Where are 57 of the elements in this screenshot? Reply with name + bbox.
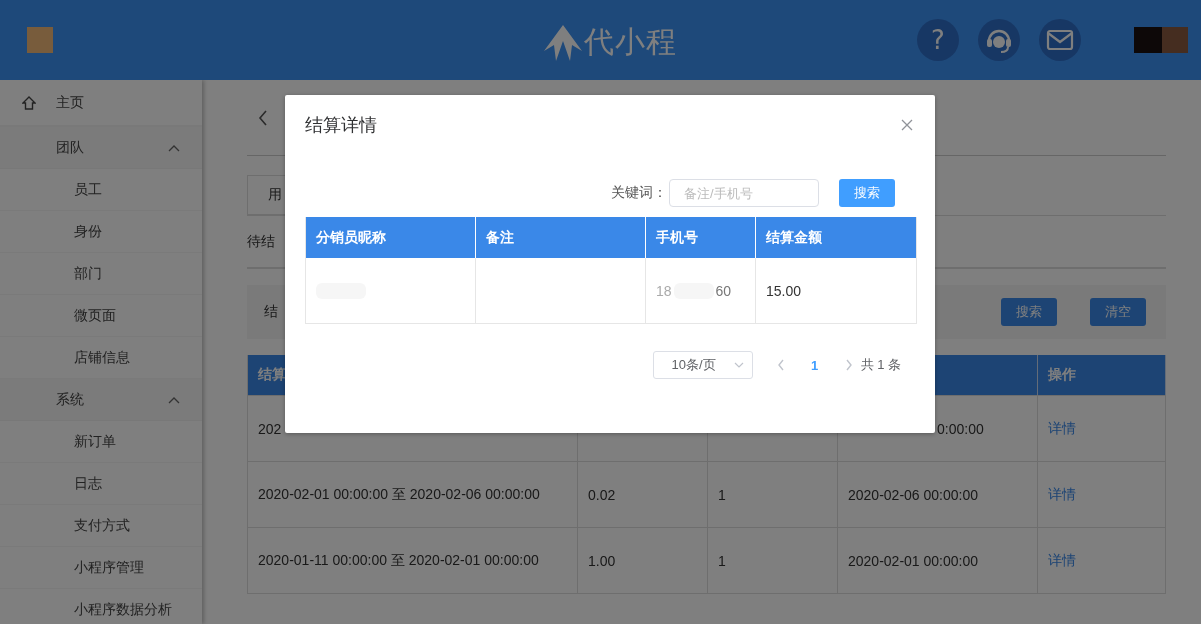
dialog-title: 结算详情 xyxy=(305,114,377,137)
prev-page-icon[interactable] xyxy=(776,359,785,371)
sidebar-group[interactable]: 团队 xyxy=(0,127,202,169)
table-header: 备注 xyxy=(476,217,646,258)
sidebar-label: 系统 xyxy=(56,390,84,409)
keyword-label: 关键词： xyxy=(611,184,667,202)
table-header: 结算金额 xyxy=(765,227,823,247)
table-cell: 1.00 xyxy=(588,552,616,569)
table-cell: 2020-01-11 00:00:00 至 2020-02-01 00:00:00 xyxy=(258,551,539,570)
total-count: 共 1 条 xyxy=(860,356,901,374)
filter-label: 结 xyxy=(264,303,278,321)
table-cell: 2020-02-01 00:00:00 至 2020-02-06 00:00:00 xyxy=(258,485,540,504)
table-header: 操作 xyxy=(1038,355,1166,395)
detail-link[interactable]: 详情 xyxy=(1048,485,1076,504)
page-number[interactable]: 1 xyxy=(784,357,845,373)
phone-start: 18 xyxy=(656,282,672,299)
detail-link[interactable]: 详情 xyxy=(1048,419,1076,438)
sidebar-item[interactable]: 微页面 xyxy=(0,295,202,337)
sidebar-group[interactable]: 系统 xyxy=(0,379,202,421)
back-icon[interactable] xyxy=(258,109,268,126)
table-cell: 0:00:00 xyxy=(937,420,984,437)
mail-icon[interactable] xyxy=(1039,19,1081,61)
table-cell: 15.00 xyxy=(766,282,802,299)
sidebar-item[interactable]: 支付方式 xyxy=(0,505,202,547)
filter-button[interactable]: 清空 xyxy=(1090,298,1146,326)
sidebar-label: 主页 xyxy=(56,93,84,112)
home-icon xyxy=(22,95,36,110)
logo-icon xyxy=(27,27,53,53)
table-cell: 0.02 xyxy=(588,486,616,503)
sidebar-item[interactable]: 部门 xyxy=(0,253,202,295)
sidebar-label: 团队 xyxy=(56,138,84,157)
sidebar-item[interactable]: 员工 xyxy=(0,169,202,211)
table-header: 手机号 xyxy=(646,217,756,258)
sidebar-item[interactable]: 新订单 xyxy=(0,421,202,463)
headset-icon[interactable] xyxy=(978,19,1020,61)
logo-text: 代小程 xyxy=(584,24,677,60)
sidebar-item[interactable]: 小程序管理 xyxy=(0,547,202,589)
phone-end: 60 xyxy=(715,282,732,299)
sidebar-item[interactable]: 身份 xyxy=(0,211,202,253)
table-cell: 202 xyxy=(258,420,282,437)
table-header: 分销员昵称 xyxy=(306,217,476,258)
table-cell: 2020-02-01 00:00:00 xyxy=(848,552,978,569)
filter-button[interactable]: 搜索 xyxy=(1001,298,1057,326)
table-cell: 1 xyxy=(718,552,726,569)
arrow-logo-icon xyxy=(544,24,582,61)
help-button[interactable]: ? xyxy=(917,19,959,61)
next-page-icon[interactable] xyxy=(844,359,853,371)
close-icon[interactable] xyxy=(901,119,913,131)
page-size-select[interactable]: 10条/页 xyxy=(652,351,753,379)
caret-icon xyxy=(733,362,744,368)
keyword-field[interactable]: 备注/手机号 xyxy=(669,179,819,207)
sidebar-item[interactable]: 小程序数据分析 xyxy=(0,589,202,624)
search-button[interactable]: 搜索 xyxy=(839,179,895,207)
detail-link[interactable]: 详情 xyxy=(1048,551,1076,570)
table-cell: 2020-02-06 00:00:00 xyxy=(848,486,978,503)
sidebar-item[interactable]: 日志 xyxy=(0,463,202,505)
table-cell: 1 xyxy=(718,486,726,503)
